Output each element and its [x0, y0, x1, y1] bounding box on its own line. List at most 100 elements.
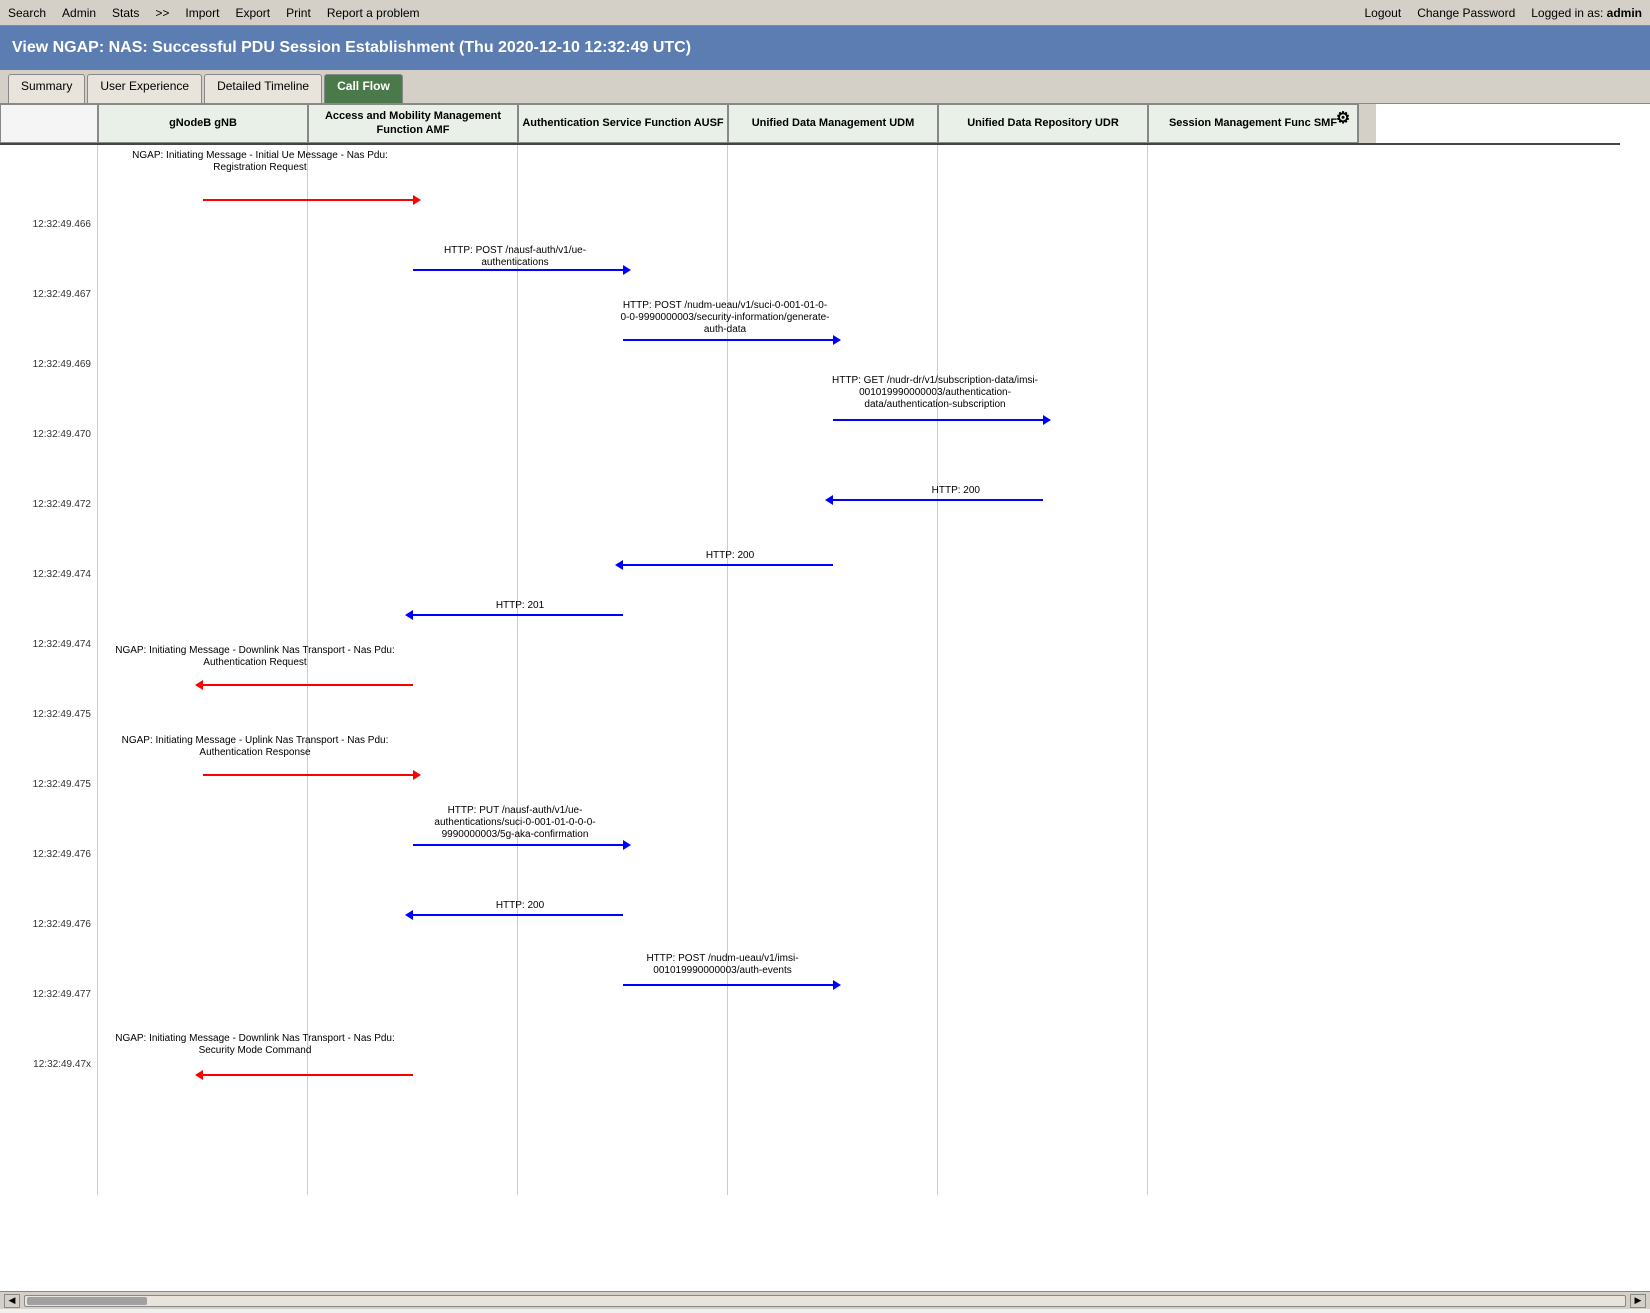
tab-detailed-timeline[interactable]: Detailed Timeline: [204, 74, 322, 103]
lane-cell: [728, 215, 938, 285]
lane-cell: [308, 425, 518, 495]
lane-cell: [938, 845, 1148, 915]
time-label: 12:32:49.466: [0, 215, 98, 285]
lane-cell: [728, 705, 938, 775]
menu-print[interactable]: Print: [286, 6, 311, 20]
lane-cell: [728, 565, 938, 635]
main-content: gNodeB gNB Access and Mobility Managemen…: [0, 104, 1650, 1291]
lane-cell: [728, 775, 938, 845]
lane-cell: [728, 285, 938, 355]
lane-cell: [98, 1125, 308, 1195]
call-flow-scroll-area[interactable]: gNodeB gNB Access and Mobility Managemen…: [0, 104, 1650, 1291]
lane5-spacer: [1148, 145, 1358, 215]
spacer-row: [0, 145, 1620, 215]
lane-cell: [728, 635, 938, 705]
lane-row: 12:32:49.472: [0, 495, 1620, 565]
lane-cell: [98, 705, 308, 775]
column-headers: gNodeB gNB Access and Mobility Managemen…: [0, 104, 1620, 145]
col-header-ausf: Authentication Service Function AUSF: [518, 104, 728, 143]
lane-cell: [938, 1055, 1148, 1125]
user-info: Logout Change Password Logged in as: adm…: [1364, 6, 1642, 20]
lane-cell: [98, 285, 308, 355]
menu-export[interactable]: Export: [235, 6, 270, 20]
tab-user-experience[interactable]: User Experience: [87, 74, 202, 103]
lane-cell: [518, 565, 728, 635]
time-label: 12:32:49.469: [0, 355, 98, 425]
lane-cell: [308, 215, 518, 285]
lane-cell: [518, 845, 728, 915]
time-label: 12:32:49.474: [0, 635, 98, 705]
menu-import[interactable]: Import: [185, 6, 219, 20]
lane-cell: [938, 355, 1148, 425]
lane-cell: [728, 1055, 938, 1125]
lane-cell: [1148, 565, 1358, 635]
scrollbar-thumb[interactable]: [27, 1297, 147, 1305]
lane-cell: [518, 285, 728, 355]
lane-cell: [308, 495, 518, 565]
time-label: 12:32:49.475: [0, 705, 98, 775]
time-label: 12:32:49.474: [0, 565, 98, 635]
lane0-spacer: [98, 145, 308, 215]
horizontal-scrollbar[interactable]: ◀ ▶: [0, 1291, 1650, 1309]
page-title: View NGAP: NAS: Successful PDU Session E…: [0, 26, 1650, 70]
lane-cell: [938, 915, 1148, 985]
lane-cell: [518, 495, 728, 565]
lane-row: 12:32:49.476: [0, 845, 1620, 915]
lane-row: 12:32:49.467: [0, 285, 1620, 355]
logged-in-label: Logged in as: admin: [1531, 6, 1642, 20]
menu-admin[interactable]: Admin: [62, 6, 96, 20]
lane-cell: [98, 845, 308, 915]
lane-cell: [1148, 495, 1358, 565]
settings-gear-icon[interactable]: ⚙: [1331, 107, 1355, 131]
time-label: 12:32:49.475: [0, 775, 98, 845]
col-header-udm: Unified Data Management UDM: [728, 104, 938, 143]
lane-cell: [98, 775, 308, 845]
time-col-header: [0, 104, 98, 143]
lane-cell: [518, 985, 728, 1055]
lane-cell: [938, 285, 1148, 355]
lane-cell: [1148, 705, 1358, 775]
lane-cell: [938, 705, 1148, 775]
lane-cell: [728, 985, 938, 1055]
time-label: 12:32:49.476: [0, 915, 98, 985]
time-label: 12:32:49.476: [0, 845, 98, 915]
lane1-spacer: [308, 145, 518, 215]
lane-cell: [728, 495, 938, 565]
lane-cell: [1148, 635, 1358, 705]
username-label: admin: [1607, 6, 1642, 20]
lane4-spacer: [938, 145, 1148, 215]
lane-cell: [308, 985, 518, 1055]
scroll-right-button[interactable]: ▶: [1630, 1294, 1646, 1308]
lane-cell: [938, 635, 1148, 705]
scrollbar-track[interactable]: [24, 1295, 1626, 1307]
menu-stats[interactable]: Stats: [112, 6, 139, 20]
lane-cell: [518, 215, 728, 285]
menu-search[interactable]: Search: [8, 6, 46, 20]
lane-cell: [308, 705, 518, 775]
lane-cell: [518, 1055, 728, 1125]
lane-cell: [938, 425, 1148, 495]
tab-summary[interactable]: Summary: [8, 74, 85, 103]
lane-row: 12:32:49.470: [0, 425, 1620, 495]
lane-cell: [1148, 1125, 1358, 1195]
lane-cell: [938, 215, 1148, 285]
lane-cell: [308, 355, 518, 425]
lane-row: [0, 1125, 1620, 1195]
change-password-link[interactable]: Change Password: [1417, 6, 1515, 20]
lane-cell: [518, 355, 728, 425]
lane-cell: [728, 1125, 938, 1195]
lane-cell: [98, 1055, 308, 1125]
logout-link[interactable]: Logout: [1364, 6, 1401, 20]
lane-cell: [98, 635, 308, 705]
lane-cell: [518, 425, 728, 495]
tab-call-flow[interactable]: Call Flow: [324, 74, 403, 103]
menu-report[interactable]: Report a problem: [327, 6, 420, 20]
time-label: 12:32:49.477: [0, 985, 98, 1055]
lane-cell: [518, 775, 728, 845]
col-header-smf: Session Management Func SMF ⚙: [1148, 104, 1358, 143]
lane-cell: [1148, 985, 1358, 1055]
time-label: 12:32:49.470: [0, 425, 98, 495]
scroll-left-button[interactable]: ◀: [4, 1294, 20, 1308]
lane2-spacer: [518, 145, 728, 215]
lane-cell: [938, 565, 1148, 635]
